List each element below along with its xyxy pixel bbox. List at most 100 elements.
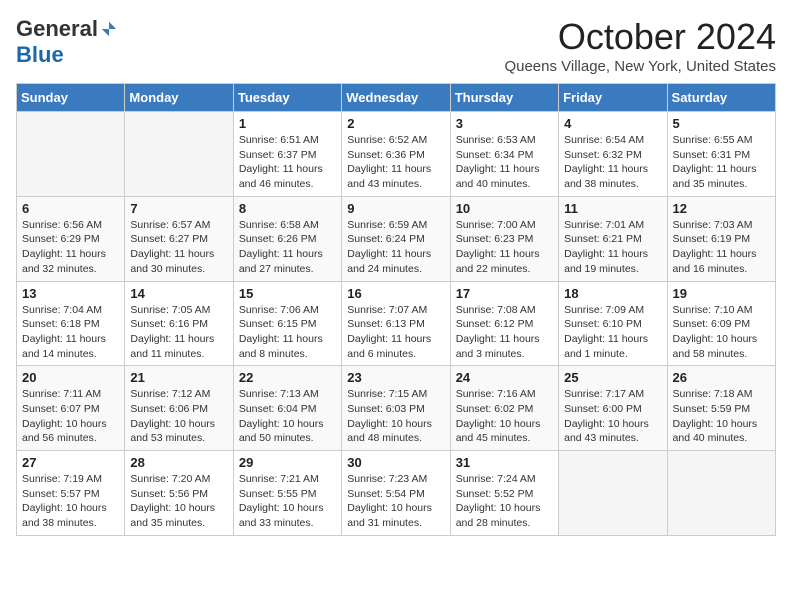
calendar-day [125, 112, 233, 197]
day-number: 31 [456, 455, 553, 470]
calendar-day: 12 Sunrise: 7:03 AM Sunset: 6:19 PM Dayli… [667, 196, 775, 281]
day-number: 27 [22, 455, 119, 470]
day-detail: Sunrise: 7:18 AM Sunset: 5:59 PM Dayligh… [673, 387, 770, 446]
calendar-day: 5 Sunrise: 6:55 AM Sunset: 6:31 PM Daylig… [667, 112, 775, 197]
day-detail: Sunrise: 7:11 AM Sunset: 6:07 PM Dayligh… [22, 387, 119, 446]
day-number: 4 [564, 116, 661, 131]
header-monday: Monday [125, 84, 233, 112]
calendar-day: 26 Sunrise: 7:18 AM Sunset: 5:59 PM Dayli… [667, 366, 775, 451]
logo: General Blue [16, 16, 118, 68]
day-number: 20 [22, 370, 119, 385]
header-sunday: Sunday [17, 84, 125, 112]
day-number: 5 [673, 116, 770, 131]
day-detail: Sunrise: 7:12 AM Sunset: 6:06 PM Dayligh… [130, 387, 227, 446]
month-title: October 2024 [504, 16, 776, 58]
day-number: 29 [239, 455, 336, 470]
header-saturday: Saturday [667, 84, 775, 112]
day-number: 12 [673, 201, 770, 216]
calendar-day: 30 Sunrise: 7:23 AM Sunset: 5:54 PM Dayli… [342, 451, 450, 536]
calendar-week-5: 27 Sunrise: 7:19 AM Sunset: 5:57 PM Dayli… [17, 451, 776, 536]
day-detail: Sunrise: 6:58 AM Sunset: 6:26 PM Dayligh… [239, 218, 336, 277]
calendar-day: 15 Sunrise: 7:06 AM Sunset: 6:15 PM Dayli… [233, 281, 341, 366]
calendar-day: 9Sunrise: 6:59 AM Sunset: 6:24 PM Daylig… [342, 196, 450, 281]
location-subtitle: Queens Village, New York, United States [504, 58, 776, 75]
day-detail: Sunrise: 6:57 AM Sunset: 6:27 PM Dayligh… [130, 218, 227, 277]
day-number: 6 [22, 201, 119, 216]
day-number: 11 [564, 201, 661, 216]
day-number: 25 [564, 370, 661, 385]
calendar-day: 16Sunrise: 7:07 AM Sunset: 6:13 PM Dayli… [342, 281, 450, 366]
day-detail: Sunrise: 7:24 AM Sunset: 5:52 PM Dayligh… [456, 472, 553, 531]
calendar-day: 19 Sunrise: 7:10 AM Sunset: 6:09 PM Dayli… [667, 281, 775, 366]
day-detail: Sunrise: 7:19 AM Sunset: 5:57 PM Dayligh… [22, 472, 119, 531]
day-detail: Sunrise: 7:15 AM Sunset: 6:03 PM Dayligh… [347, 387, 444, 446]
day-detail: Sunrise: 7:07 AM Sunset: 6:13 PM Dayligh… [347, 303, 444, 362]
day-detail: Sunrise: 7:03 AM Sunset: 6:19 PM Dayligh… [673, 218, 770, 277]
day-number: 15 [239, 286, 336, 301]
calendar-day [559, 451, 667, 536]
day-detail: Sunrise: 6:55 AM Sunset: 6:31 PM Dayligh… [673, 133, 770, 192]
calendar-table: SundayMondayTuesdayWednesdayThursdayFrid… [16, 83, 776, 536]
calendar-day: 29Sunrise: 7:21 AM Sunset: 5:55 PM Dayli… [233, 451, 341, 536]
calendar-week-3: 13Sunrise: 7:04 AM Sunset: 6:18 PM Dayli… [17, 281, 776, 366]
header-wednesday: Wednesday [342, 84, 450, 112]
day-detail: Sunrise: 6:59 AM Sunset: 6:24 PM Dayligh… [347, 218, 444, 277]
calendar-day: 10Sunrise: 7:00 AM Sunset: 6:23 PM Dayli… [450, 196, 558, 281]
calendar-day: 18 Sunrise: 7:09 AM Sunset: 6:10 PM Dayli… [559, 281, 667, 366]
day-detail: Sunrise: 7:09 AM Sunset: 6:10 PM Dayligh… [564, 303, 661, 362]
day-number: 3 [456, 116, 553, 131]
day-detail: Sunrise: 7:06 AM Sunset: 6:15 PM Dayligh… [239, 303, 336, 362]
calendar-day [17, 112, 125, 197]
day-detail: Sunrise: 7:23 AM Sunset: 5:54 PM Dayligh… [347, 472, 444, 531]
calendar-day: 25 Sunrise: 7:17 AM Sunset: 6:00 PM Dayli… [559, 366, 667, 451]
calendar-day: 14Sunrise: 7:05 AM Sunset: 6:16 PM Dayli… [125, 281, 233, 366]
day-detail: Sunrise: 7:08 AM Sunset: 6:12 PM Dayligh… [456, 303, 553, 362]
day-number: 19 [673, 286, 770, 301]
title-section: October 2024 Queens Village, New York, U… [504, 16, 776, 75]
calendar-day: 31 Sunrise: 7:24 AM Sunset: 5:52 PM Dayli… [450, 451, 558, 536]
logo-flag-icon [100, 20, 118, 38]
header-thursday: Thursday [450, 84, 558, 112]
day-detail: Sunrise: 7:13 AM Sunset: 6:04 PM Dayligh… [239, 387, 336, 446]
day-detail: Sunrise: 7:00 AM Sunset: 6:23 PM Dayligh… [456, 218, 553, 277]
day-detail: Sunrise: 7:17 AM Sunset: 6:00 PM Dayligh… [564, 387, 661, 446]
day-number: 18 [564, 286, 661, 301]
day-number: 21 [130, 370, 227, 385]
calendar-day: 2Sunrise: 6:52 AM Sunset: 6:36 PM Daylig… [342, 112, 450, 197]
day-number: 1 [239, 116, 336, 131]
calendar-day: 4 Sunrise: 6:54 AM Sunset: 6:32 PM Daylig… [559, 112, 667, 197]
calendar-day: 21 Sunrise: 7:12 AM Sunset: 6:06 PM Dayli… [125, 366, 233, 451]
calendar-header-row: SundayMondayTuesdayWednesdayThursdayFrid… [17, 84, 776, 112]
day-number: 28 [130, 455, 227, 470]
day-number: 13 [22, 286, 119, 301]
day-detail: Sunrise: 7:10 AM Sunset: 6:09 PM Dayligh… [673, 303, 770, 362]
day-detail: Sunrise: 6:53 AM Sunset: 6:34 PM Dayligh… [456, 133, 553, 192]
calendar-week-2: 6 Sunrise: 6:56 AM Sunset: 6:29 PM Daylig… [17, 196, 776, 281]
calendar-day: 17Sunrise: 7:08 AM Sunset: 6:12 PM Dayli… [450, 281, 558, 366]
calendar-day: 13Sunrise: 7:04 AM Sunset: 6:18 PM Dayli… [17, 281, 125, 366]
calendar-day: 1 Sunrise: 6:51 AM Sunset: 6:37 PM Daylig… [233, 112, 341, 197]
calendar-day [667, 451, 775, 536]
calendar-day: 11Sunrise: 7:01 AM Sunset: 6:21 PM Dayli… [559, 196, 667, 281]
day-number: 26 [673, 370, 770, 385]
calendar-day: 6 Sunrise: 6:56 AM Sunset: 6:29 PM Daylig… [17, 196, 125, 281]
day-number: 24 [456, 370, 553, 385]
day-number: 30 [347, 455, 444, 470]
calendar-day: 3 Sunrise: 6:53 AM Sunset: 6:34 PM Daylig… [450, 112, 558, 197]
day-detail: Sunrise: 7:20 AM Sunset: 5:56 PM Dayligh… [130, 472, 227, 531]
calendar-week-4: 20 Sunrise: 7:11 AM Sunset: 6:07 PM Dayli… [17, 366, 776, 451]
day-detail: Sunrise: 6:54 AM Sunset: 6:32 PM Dayligh… [564, 133, 661, 192]
logo-general-text: General [16, 16, 98, 42]
calendar-day: 27 Sunrise: 7:19 AM Sunset: 5:57 PM Dayli… [17, 451, 125, 536]
day-number: 14 [130, 286, 227, 301]
day-detail: Sunrise: 6:56 AM Sunset: 6:29 PM Dayligh… [22, 218, 119, 277]
calendar-day: 20 Sunrise: 7:11 AM Sunset: 6:07 PM Dayli… [17, 366, 125, 451]
header-friday: Friday [559, 84, 667, 112]
calendar-day: 8Sunrise: 6:58 AM Sunset: 6:26 PM Daylig… [233, 196, 341, 281]
day-detail: Sunrise: 7:16 AM Sunset: 6:02 PM Dayligh… [456, 387, 553, 446]
calendar-day: 22Sunrise: 7:13 AM Sunset: 6:04 PM Dayli… [233, 366, 341, 451]
calendar-day: 24 Sunrise: 7:16 AM Sunset: 6:02 PM Dayli… [450, 366, 558, 451]
header-tuesday: Tuesday [233, 84, 341, 112]
calendar-day: 7Sunrise: 6:57 AM Sunset: 6:27 PM Daylig… [125, 196, 233, 281]
day-detail: Sunrise: 6:51 AM Sunset: 6:37 PM Dayligh… [239, 133, 336, 192]
